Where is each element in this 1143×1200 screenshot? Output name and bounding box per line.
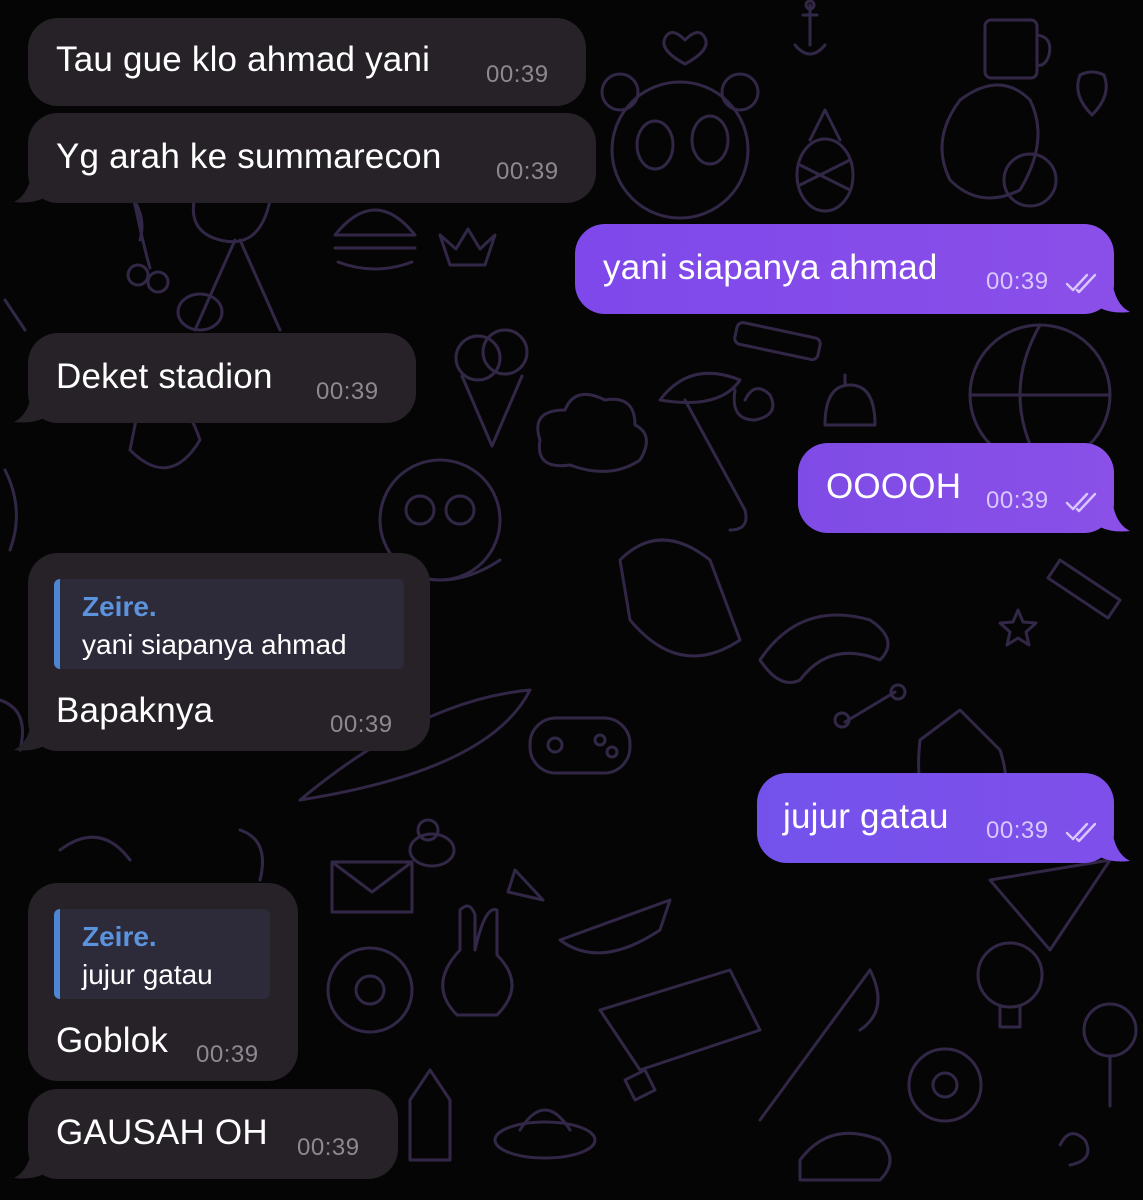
message-text: Yg arah ke summarecon bbox=[56, 137, 442, 176]
message-text: Goblok bbox=[56, 1021, 169, 1060]
message-text: jujur gatau bbox=[783, 797, 949, 836]
reply-text: jujur gatau bbox=[82, 959, 213, 990]
incoming-message-bubble[interactable]: Yg arah ke summarecon 00:39 bbox=[28, 113, 596, 203]
incoming-message-bubble[interactable]: Tau gue klo ahmad yani 00:39 bbox=[28, 18, 586, 106]
message-text: Bapaknya bbox=[56, 691, 214, 730]
message-time: 00:39 bbox=[316, 378, 379, 405]
incoming-message-bubble[interactable]: Zeire. jujur gatau Goblok 00:39 bbox=[28, 883, 298, 1081]
reply-accent-bar bbox=[54, 909, 60, 999]
message-time: 00:39 bbox=[496, 158, 559, 185]
reply-accent-bar bbox=[54, 579, 60, 669]
outgoing-message-bubble[interactable]: yani siapanya ahmad 00:39 bbox=[575, 224, 1114, 314]
message-text: GAUSAH OH bbox=[56, 1113, 268, 1152]
double-check-icon bbox=[1065, 822, 1097, 843]
reply-quote[interactable]: Zeire. jujur gatau bbox=[54, 909, 270, 999]
reply-quote[interactable]: Zeire. yani siapanya ahmad bbox=[54, 579, 404, 669]
outgoing-message-bubble[interactable]: OOOOH 00:39 bbox=[798, 443, 1114, 533]
message-time: 00:39 bbox=[986, 487, 1049, 514]
double-check-icon bbox=[1065, 492, 1097, 513]
reply-author: Zeire. bbox=[82, 921, 157, 952]
reply-text: yani siapanya ahmad bbox=[82, 629, 347, 660]
message-text: Deket stadion bbox=[56, 357, 273, 396]
message-text: OOOOH bbox=[826, 467, 962, 506]
message-time: 00:39 bbox=[196, 1041, 259, 1068]
incoming-message-bubble[interactable]: Deket stadion 00:39 bbox=[28, 333, 416, 423]
message-time: 00:39 bbox=[330, 711, 393, 738]
message-text: Tau gue klo ahmad yani bbox=[56, 40, 431, 79]
message-time: 00:39 bbox=[297, 1134, 360, 1161]
incoming-message-bubble[interactable]: Zeire. yani siapanya ahmad Bapaknya 00:3… bbox=[28, 553, 430, 751]
message-time: 00:39 bbox=[486, 61, 549, 88]
message-text: yani siapanya ahmad bbox=[603, 248, 938, 287]
message-time: 00:39 bbox=[986, 268, 1049, 295]
reply-author: Zeire. bbox=[82, 591, 157, 622]
double-check-icon bbox=[1065, 273, 1097, 294]
message-time: 00:39 bbox=[986, 817, 1049, 844]
outgoing-message-bubble[interactable]: jujur gatau 00:39 bbox=[757, 773, 1114, 863]
incoming-message-bubble[interactable]: GAUSAH OH 00:39 bbox=[28, 1089, 398, 1179]
